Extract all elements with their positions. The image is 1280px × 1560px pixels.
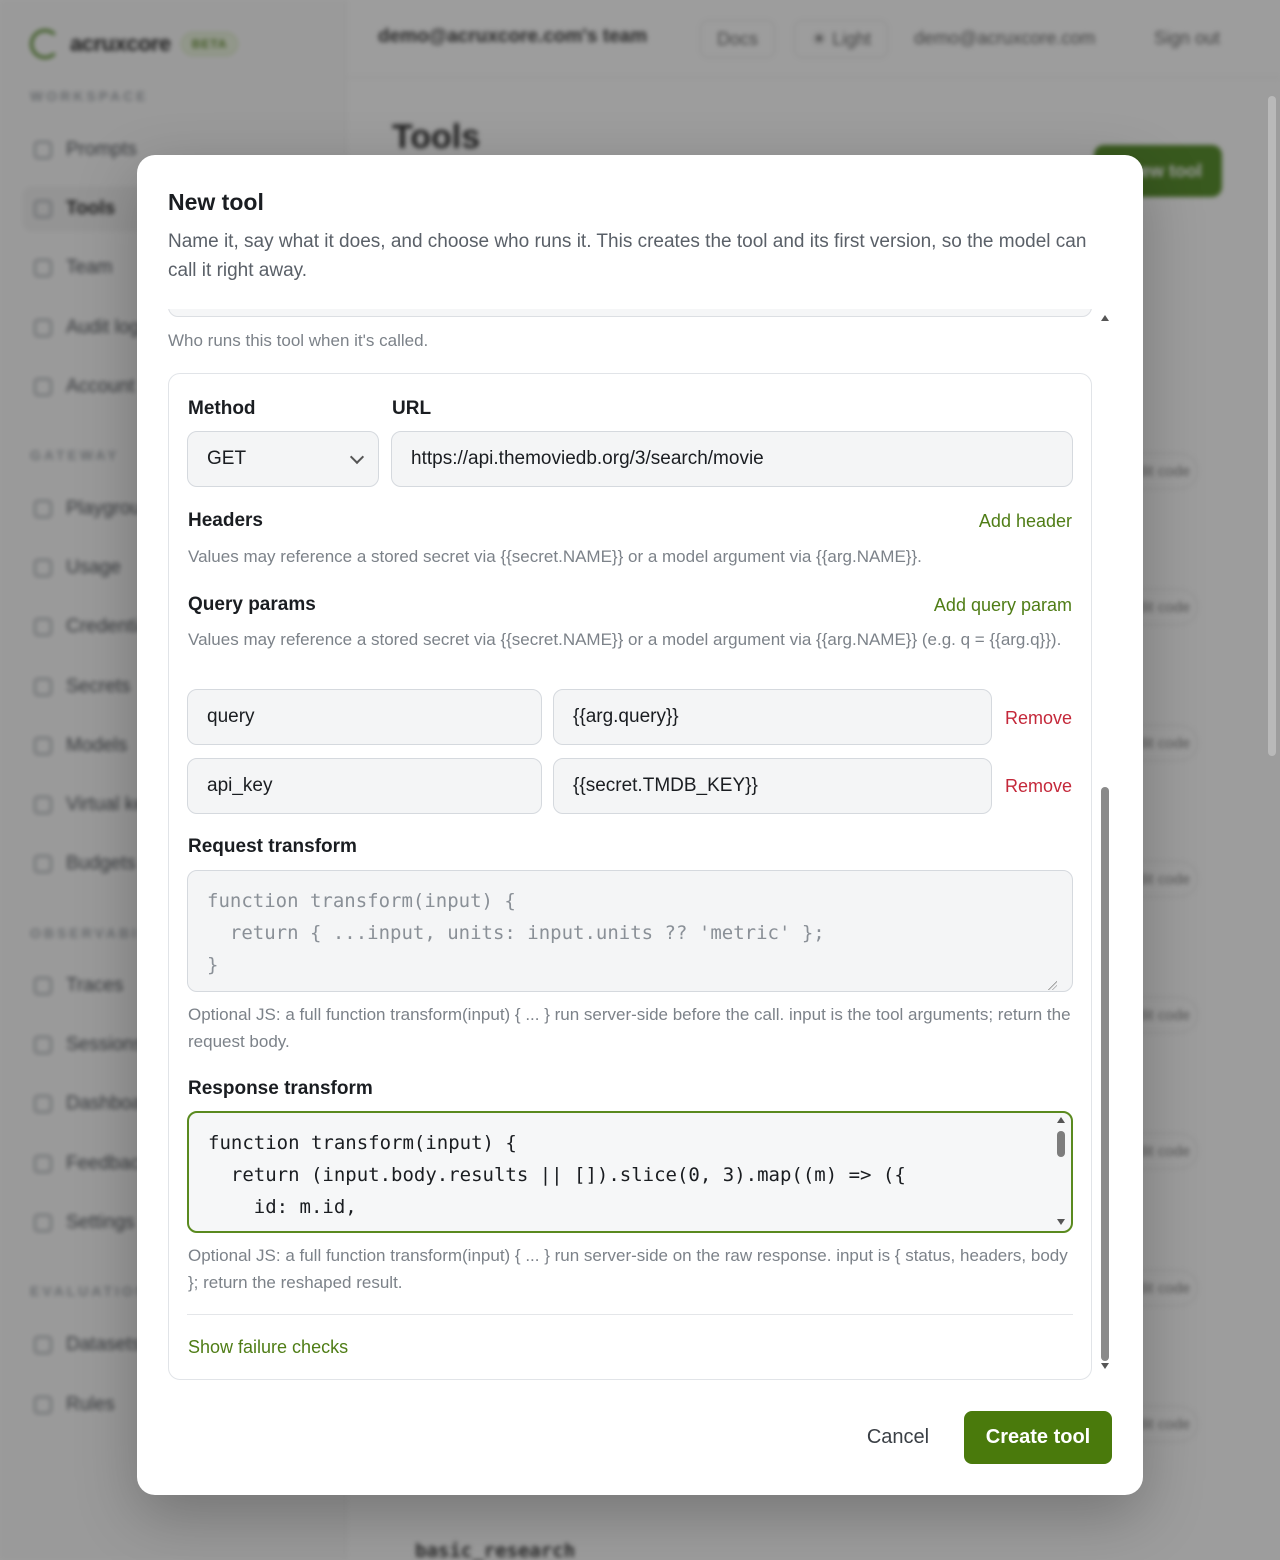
scroll-down-icon[interactable] <box>1057 1219 1065 1225</box>
scroll-up-icon[interactable] <box>1101 315 1109 321</box>
runner-select[interactable] <box>168 309 1092 317</box>
runner-hint: Who runs this tool when it's called. <box>168 331 429 350</box>
headers-label: Headers <box>188 510 263 531</box>
response-transform-label: Response transform <box>188 1078 373 1099</box>
method-label: Method <box>188 398 256 419</box>
http-config-panel: Method GET URL https://api.themoviedb.or… <box>168 373 1092 1380</box>
remove-query-param-button[interactable]: Remove <box>1005 776 1072 797</box>
scroll-down-icon[interactable] <box>1101 1363 1109 1369</box>
divider <box>187 1314 1073 1315</box>
headers-hint: Values may reference a stored secret via… <box>188 547 922 566</box>
url-label: URL <box>392 398 432 419</box>
add-query-param-button[interactable]: Add query param <box>934 595 1072 616</box>
page-scrollbar[interactable] <box>1268 96 1276 756</box>
show-failure-checks-button[interactable]: Show failure checks <box>188 1337 348 1358</box>
response-transform-editor[interactable]: function transform(input) { return (inpu… <box>187 1111 1073 1233</box>
query-params-hint: Values may reference a stored secret via… <box>188 630 1062 649</box>
url-input[interactable]: https://api.themoviedb.org/3/search/movi… <box>391 431 1073 487</box>
query-param-value-input[interactable]: {{secret.TMDB_KEY}} <box>553 758 992 814</box>
remove-query-param-button[interactable]: Remove <box>1005 708 1072 729</box>
dialog-scroll-area[interactable]: Who runs this tool when it's called. Met… <box>168 309 1112 1381</box>
request-transform-hint: Optional JS: a full function transform(i… <box>188 1005 1071 1051</box>
dialog-scrollbar[interactable] <box>1100 309 1110 1373</box>
scroll-up-icon[interactable] <box>1057 1117 1065 1123</box>
dialog-title: New tool <box>168 189 264 215</box>
query-param-key-input[interactable]: query <box>187 689 542 745</box>
editor-scrollbar[interactable] <box>1056 1117 1066 1225</box>
query-param-value-input[interactable]: {{arg.query}} <box>553 689 992 745</box>
query-params-label: Query params <box>188 594 316 615</box>
new-tool-dialog: New tool Name it, say what it does, and … <box>137 155 1143 1495</box>
method-select[interactable]: GET <box>187 431 379 487</box>
request-transform-label: Request transform <box>188 836 357 857</box>
resize-handle-icon[interactable] <box>1048 981 1057 990</box>
response-transform-hint: Optional JS: a full function transform(i… <box>188 1246 1068 1292</box>
chevron-down-icon <box>349 449 365 465</box>
cancel-button[interactable]: Cancel <box>845 1411 951 1463</box>
dialog-description: Name it, say what it does, and choose wh… <box>168 231 1087 281</box>
create-tool-button[interactable]: Create tool <box>964 1411 1112 1464</box>
query-param-key-input[interactable]: api_key <box>187 758 542 814</box>
add-header-button[interactable]: Add header <box>979 511 1072 532</box>
request-transform-editor[interactable]: function transform(input) { return { ...… <box>187 870 1073 992</box>
